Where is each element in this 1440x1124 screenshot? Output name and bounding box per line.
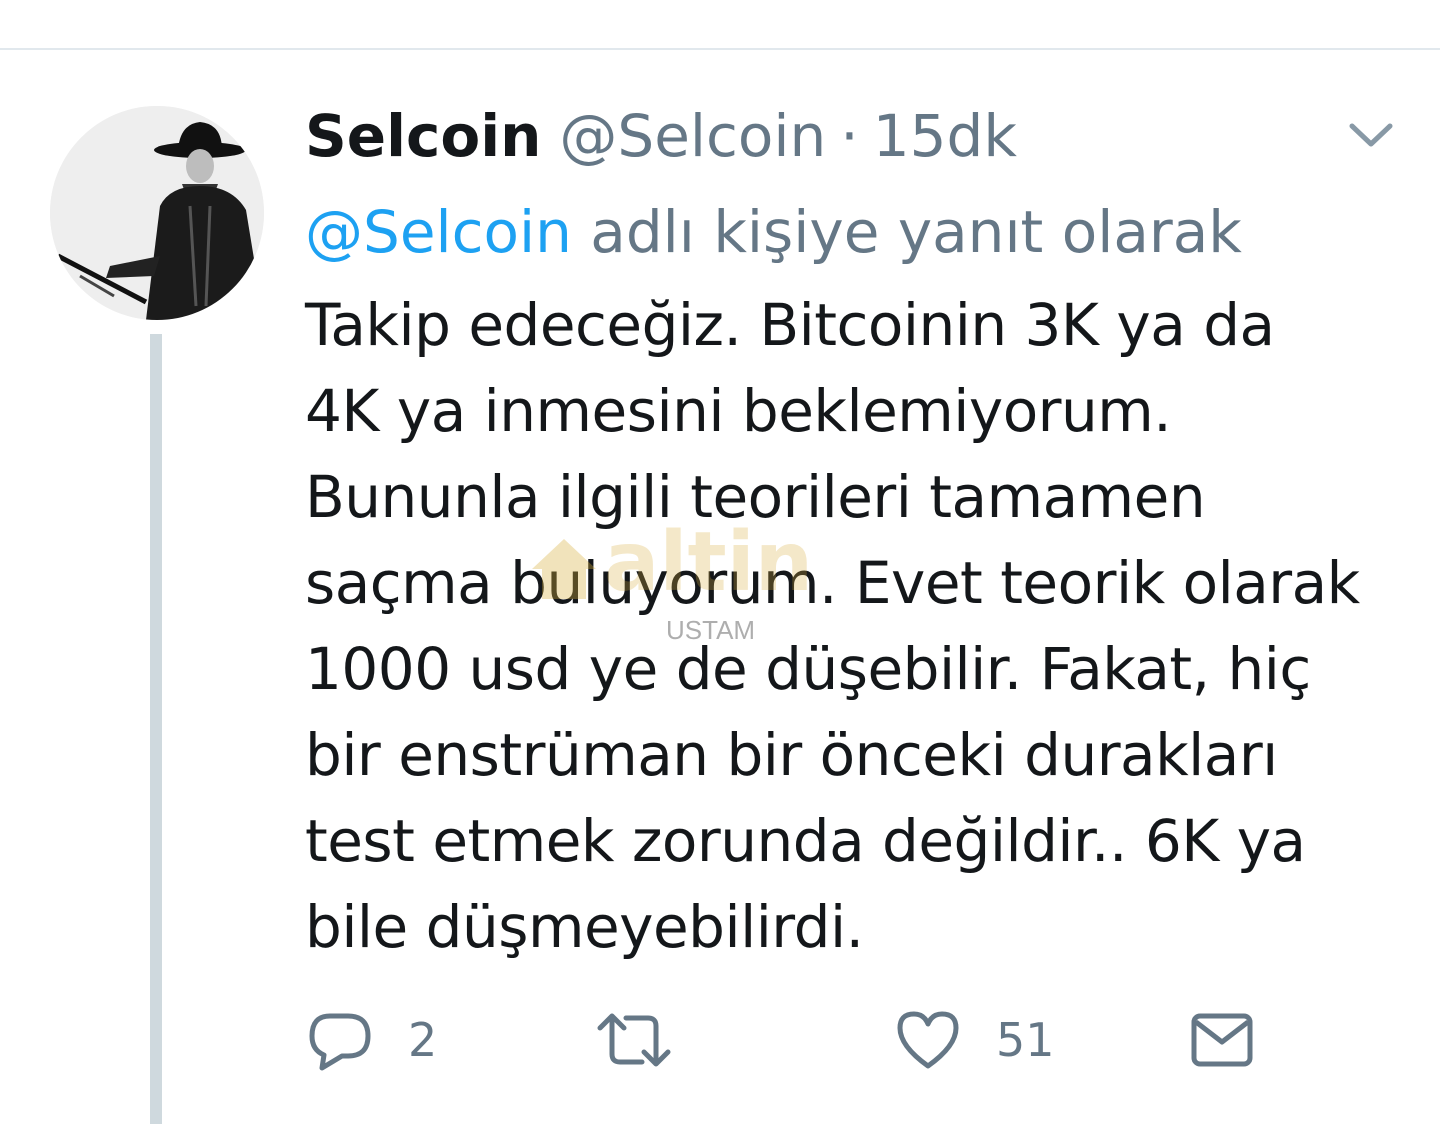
- retweet-button[interactable]: [596, 1000, 708, 1080]
- top-divider: [0, 48, 1440, 50]
- timestamp[interactable]: 15dk: [873, 98, 1017, 174]
- tweet-text: Takip edeceğiz. Bitcoinin 3K ya da 4K ya…: [305, 291, 1360, 961]
- tweet-header: Selcoin @Selcoin · 15dk: [305, 98, 1017, 174]
- avatar[interactable]: [50, 106, 264, 320]
- reply-button[interactable]: 2: [308, 1000, 437, 1080]
- direct-message-button[interactable]: [1190, 1000, 1254, 1080]
- tweet-actions: 2 51: [0, 1000, 1440, 1080]
- reply-context: @Selcoin adlı kişiye yanıt olarak: [305, 194, 1242, 270]
- reply-mention-link[interactable]: @Selcoin: [305, 198, 572, 266]
- envelope-icon: [1191, 1013, 1253, 1067]
- like-button[interactable]: 51: [896, 1000, 1055, 1080]
- retweet-icon: [597, 1013, 671, 1067]
- display-name[interactable]: Selcoin: [305, 98, 541, 174]
- heart-icon: [897, 1011, 959, 1069]
- header-separator: ·: [840, 102, 859, 170]
- reply-count: 2: [408, 1013, 438, 1067]
- like-count: 51: [996, 1013, 1055, 1067]
- chevron-down-icon[interactable]: [1346, 116, 1396, 156]
- reply-icon: [309, 1013, 371, 1071]
- reply-context-text: adlı kişiye yanıt olarak: [571, 198, 1242, 266]
- tweet-screen: Selcoin @Selcoin · 15dk @Selcoin adlı ki…: [0, 0, 1440, 1124]
- handle[interactable]: @Selcoin: [559, 98, 826, 174]
